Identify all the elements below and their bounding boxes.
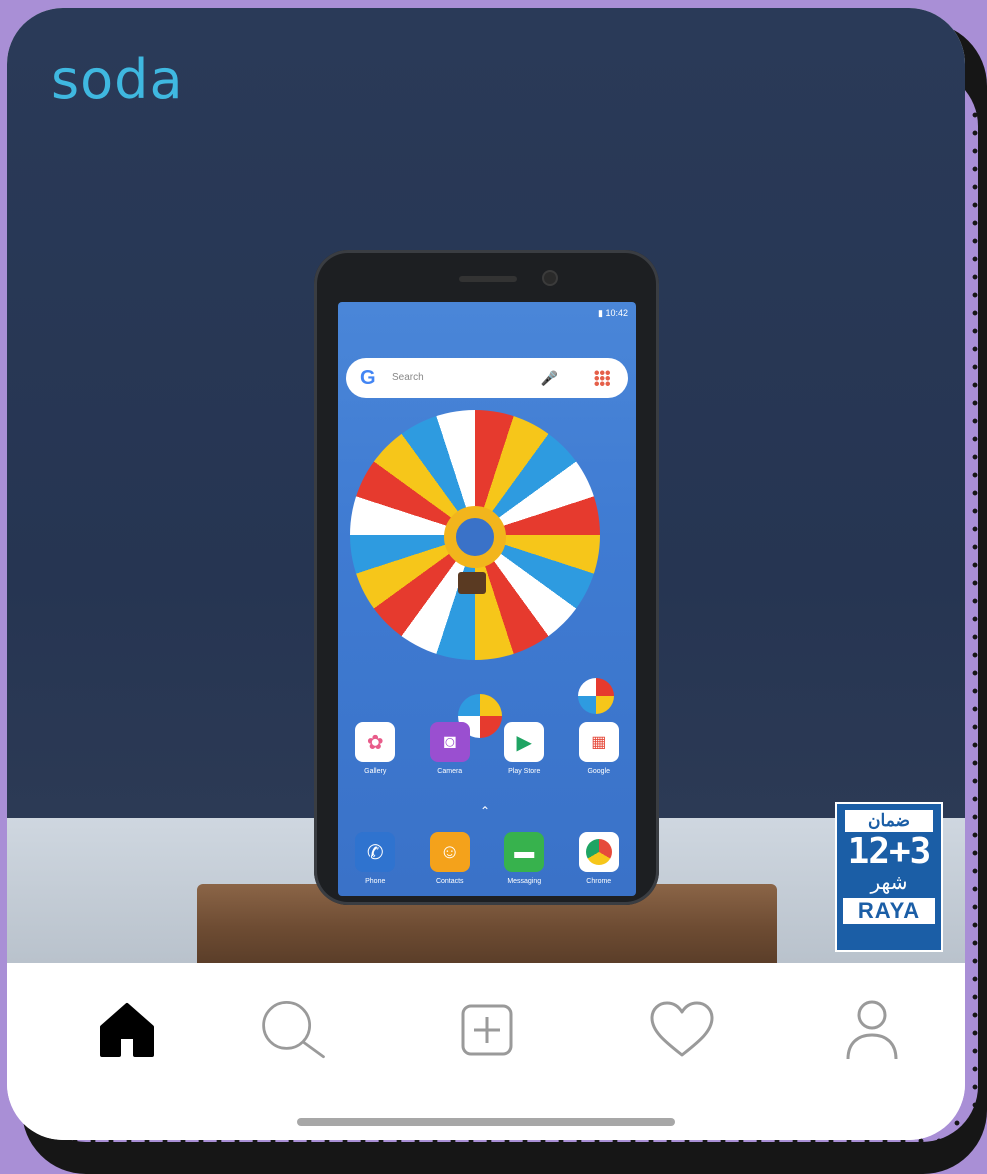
play-store-icon: ▶ bbox=[504, 722, 545, 762]
home-icon bbox=[100, 1003, 154, 1057]
badge-months-unit: شهر bbox=[870, 872, 908, 894]
google-folder-icon: ▦ bbox=[578, 722, 619, 762]
app-label: Gallery bbox=[364, 768, 387, 775]
chrome-icon bbox=[578, 832, 619, 872]
app-label: Camera bbox=[437, 768, 463, 775]
app-label: Chrome bbox=[586, 878, 612, 885]
add-post-icon bbox=[461, 1004, 513, 1056]
app-camera: ◙ Camera bbox=[420, 722, 480, 775]
mic-icon: 🎤 bbox=[540, 370, 558, 386]
contacts-icon: ☺ bbox=[429, 832, 470, 872]
apps-grid-icon bbox=[594, 370, 610, 386]
home-apps-row: ✿ Gallery ◙ Camera ▶ Play Store ▦ Google bbox=[338, 722, 636, 775]
google-icon: G bbox=[360, 367, 376, 389]
smartphone: ▮ 10:42 G Search 🎤 ✿ Gallery ◙ Camera ▶ … bbox=[314, 250, 659, 905]
app-gallery: ✿ Gallery bbox=[345, 722, 405, 775]
app-play-store: ▶ Play Store bbox=[494, 722, 554, 775]
profile-icon bbox=[846, 1000, 898, 1060]
phone-screen: ▮ 10:42 G Search 🎤 ✿ Gallery ◙ Camera ▶ … bbox=[338, 302, 636, 896]
warranty-badge: ضمان 12+3 شهر RAYA bbox=[835, 802, 943, 952]
heart-icon bbox=[650, 1001, 714, 1057]
search-icon bbox=[262, 1000, 325, 1059]
balloon-basket bbox=[458, 572, 486, 594]
nav-search[interactable] bbox=[259, 995, 329, 1065]
front-camera bbox=[544, 272, 556, 284]
status-time: 10:42 bbox=[605, 308, 628, 318]
messaging-icon: ▬ bbox=[504, 832, 545, 872]
app-label: Contacts bbox=[435, 878, 464, 885]
search-placeholder: Search bbox=[392, 372, 424, 383]
dock-row: ✆ Phone ☺ Contacts ▬ Messaging Chrome bbox=[338, 832, 636, 885]
app-label: Phone bbox=[365, 878, 386, 885]
dock-chrome: Chrome bbox=[569, 832, 629, 885]
bottom-nav-bar bbox=[7, 963, 965, 1140]
app-label: Messaging bbox=[507, 878, 542, 885]
app-label: Play Store bbox=[508, 768, 541, 775]
dock-contacts: ☺ Contacts bbox=[420, 832, 480, 885]
status-bar: ▮ 10:42 bbox=[598, 308, 628, 319]
app-card: soda ▮ 10:42 G Search 🎤 ✿ Gallery ◙ Came… bbox=[7, 8, 965, 1140]
phone-speaker bbox=[459, 276, 517, 282]
home-indicator[interactable] bbox=[297, 1118, 675, 1126]
balloon-throat bbox=[444, 506, 506, 568]
brand-logo: soda bbox=[51, 48, 184, 111]
phone-icon: ✆ bbox=[355, 832, 396, 872]
dock-messaging: ▬ Messaging bbox=[494, 832, 554, 885]
camera-icon: ◙ bbox=[429, 722, 470, 762]
google-search-bar: G Search 🎤 bbox=[346, 358, 628, 398]
battery-icon: ▮ bbox=[598, 308, 603, 318]
badge-months-number: 12+3 bbox=[847, 831, 932, 872]
badge-warranty-label: ضمان bbox=[845, 810, 933, 832]
nav-profile[interactable] bbox=[837, 995, 907, 1065]
nav-create[interactable] bbox=[452, 995, 522, 1065]
badge-raya-logo: RAYA bbox=[843, 898, 935, 924]
app-drawer-caret-icon: ⌃ bbox=[480, 804, 491, 818]
nav-home[interactable] bbox=[92, 995, 162, 1065]
app-label: Google bbox=[587, 768, 611, 775]
nav-activity[interactable] bbox=[647, 995, 717, 1065]
gallery-icon: ✿ bbox=[355, 722, 396, 762]
dock-phone: ✆ Phone bbox=[345, 832, 405, 885]
app-google-folder: ▦ Google bbox=[569, 722, 629, 775]
post-image[interactable]: soda ▮ 10:42 G Search 🎤 ✿ Gallery ◙ Came… bbox=[7, 8, 965, 963]
small-balloon-right bbox=[578, 678, 614, 714]
